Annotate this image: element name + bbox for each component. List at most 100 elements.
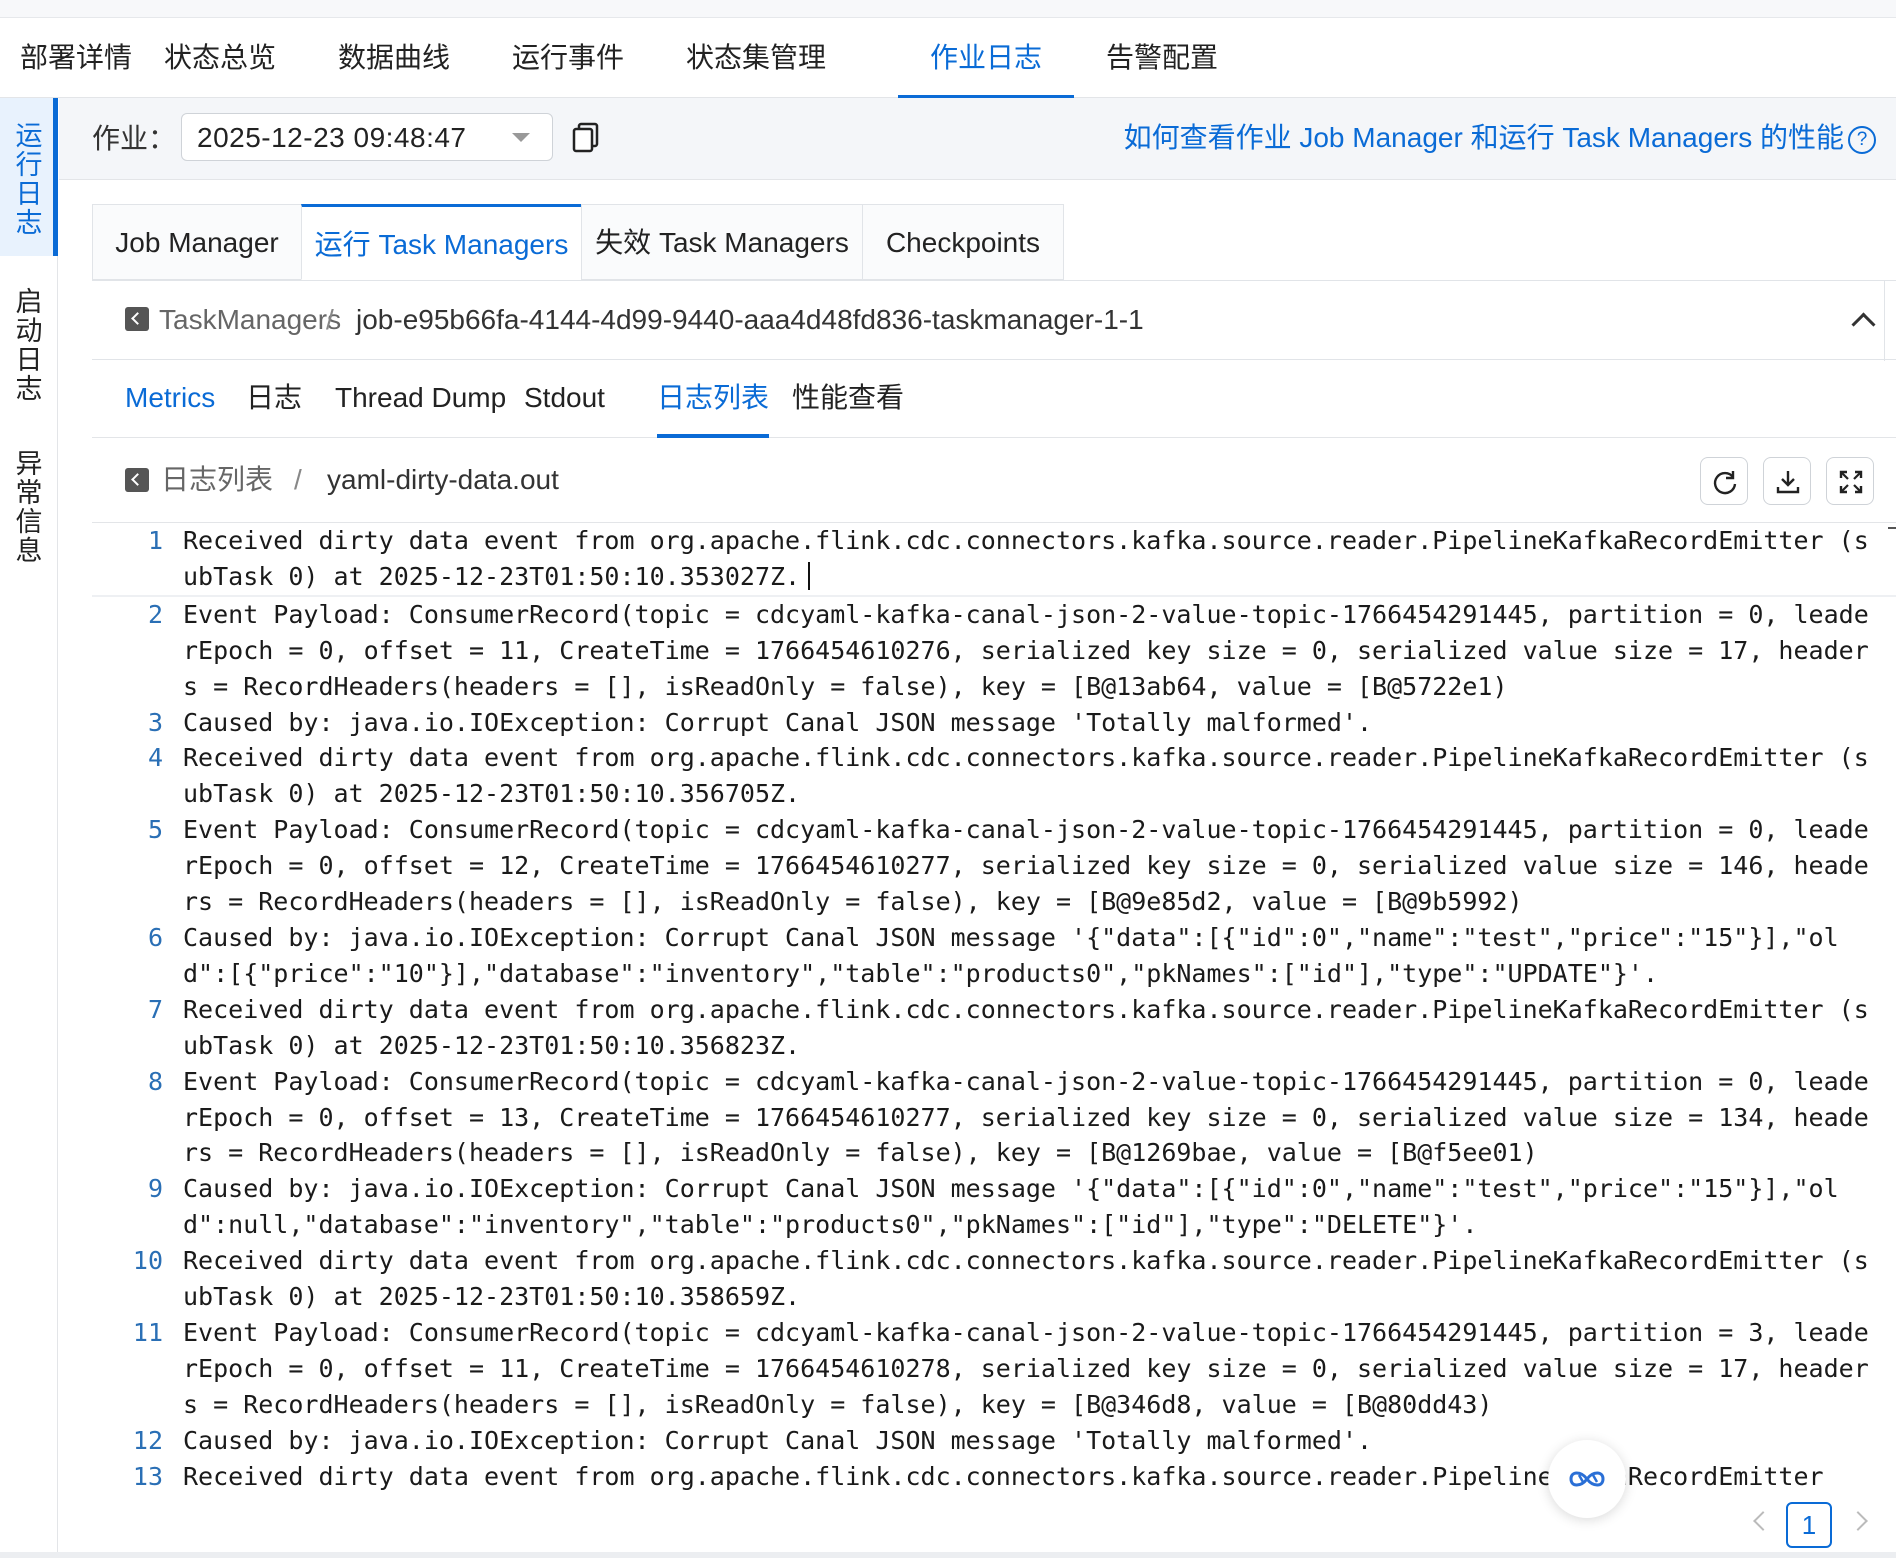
log-line: 1 Received dirty data event from org.apac… xyxy=(92,523,1896,597)
side-tab-label: 运行日志 xyxy=(15,121,43,238)
refresh-icon xyxy=(1713,471,1737,495)
text-cursor xyxy=(808,561,811,590)
log-line-number: 11 xyxy=(132,1317,163,1347)
file-breadcrumb: 日志列表 / yaml-dirty-data.out xyxy=(92,440,1896,520)
side-tab-label: 启动日志 xyxy=(15,287,43,404)
log-line-number: 7 xyxy=(147,994,163,1024)
log-line: 2 Event Payload: ConsumerRecord(topic = c… xyxy=(92,597,1896,705)
top-nav: 部署详情 状态总览 数据曲线 运行事件 状态集管理 作业日志 告警配置 xyxy=(0,18,1896,99)
log-viewer[interactable]: 1 Received dirty data event from org.apac… xyxy=(92,522,1896,1558)
log-line-content: Received dirty data event from org.apach… xyxy=(183,743,1869,809)
subtab-performance[interactable]: 性能查看 xyxy=(792,362,904,438)
log-line-content: Received dirty data event from org.apach… xyxy=(183,1246,1869,1312)
log-line-number: 13 xyxy=(132,1461,163,1491)
file-breadcrumb-current: yaml-dirty-data.out xyxy=(327,464,559,495)
subtab-thread-dump[interactable]: Thread Dump xyxy=(335,362,506,438)
side-tab-label: 异常信息 xyxy=(15,449,43,566)
log-line-text: Caused by: java.io.IOException: Corrupt … xyxy=(183,1423,1883,1459)
main-content: 作业： 2025-12-23 09:48:47 如何查看作业 Job Manag… xyxy=(59,98,1896,1558)
subtab-stdout[interactable]: Stdout xyxy=(524,362,605,438)
subtab-log-list[interactable]: 日志列表 xyxy=(657,362,770,438)
log-line-number: 6 xyxy=(147,922,163,952)
job-select-value: 2025-12-23 09:48:47 xyxy=(197,122,467,153)
log-line-number: 10 xyxy=(132,1246,163,1276)
log-line: 4 Received dirty data event from org.apac… xyxy=(92,740,1896,812)
download-button[interactable] xyxy=(1763,457,1811,505)
log-line: 9 Caused by: java.io.IOException: Corrupt… xyxy=(92,1171,1896,1243)
log-line-content: Event Payload: ConsumerRecord(topic = cd… xyxy=(183,1317,1869,1419)
log-line-number: 4 xyxy=(147,743,163,773)
file-breadcrumb-parent[interactable]: 日志列表 xyxy=(161,462,273,498)
tab-checkpoints[interactable]: Checkpoints xyxy=(862,204,1064,280)
log-line-text: Received dirty data event from org.apach… xyxy=(183,740,1883,812)
job-label: 作业： xyxy=(92,123,177,154)
log-line-text: Caused by: java.io.IOException: Corrupt … xyxy=(183,920,1883,992)
sub-tabs: Metrics 日志 Thread Dump Stdout 日志列表 性能查看 xyxy=(92,362,1896,438)
side-nav: 运行日志 启动日志 异常信息 xyxy=(0,98,58,1558)
breadcrumb-parent[interactable]: TaskManagers xyxy=(159,302,341,338)
help-link[interactable]: 如何查看作业 Job Manager 和运行 Task Managers 的性能… xyxy=(1124,119,1876,157)
log-line-content: Received dirty data event from org.apach… xyxy=(183,526,1869,591)
fullscreen-button[interactable] xyxy=(1826,457,1874,505)
log-line-text: Received dirty data event from org.apach… xyxy=(183,1459,1883,1495)
bottom-rule xyxy=(0,1552,1896,1558)
back-square-icon[interactable] xyxy=(125,307,149,331)
page-current[interactable]: 1 xyxy=(1786,1502,1832,1548)
breadcrumb-area: TaskManagers / job-e95b66fa-4144-4d99-94… xyxy=(92,281,1885,361)
log-line-number: 9 xyxy=(147,1174,163,1204)
breadcrumb-separator: / xyxy=(326,304,334,335)
log-line-content: Caused by: java.io.IOException: Corrupt … xyxy=(183,707,1373,737)
log-line-number: 2 xyxy=(147,599,163,629)
back-square-icon[interactable] xyxy=(125,468,149,492)
log-line-text: Event Payload: ConsumerRecord(topic = cd… xyxy=(183,597,1883,705)
tab-running-task-managers[interactable]: 运行 Task Managers xyxy=(301,204,582,280)
assistant-button[interactable] xyxy=(1548,1440,1626,1518)
log-line-number: 5 xyxy=(147,815,163,845)
log-line: 6 Caused by: java.io.IOException: Corrupt… xyxy=(92,920,1896,992)
tab-data-curves[interactable]: 数据曲线 xyxy=(306,18,482,98)
log-line: 5 Event Payload: ConsumerRecord(topic = c… xyxy=(92,812,1896,920)
tab-failed-task-managers[interactable]: 失效 Task Managers xyxy=(581,204,863,280)
job-bar: 作业： 2025-12-23 09:48:47 如何查看作业 Job Manag… xyxy=(59,98,1896,180)
tab-job-manager[interactable]: Job Manager xyxy=(92,204,302,280)
log-line-content: Caused by: java.io.IOException: Corrupt … xyxy=(183,922,1839,988)
copy-icon[interactable] xyxy=(569,120,603,154)
subtab-metrics[interactable]: Metrics xyxy=(125,362,215,438)
file-breadcrumb-separator: / xyxy=(294,464,302,495)
download-icon xyxy=(1776,471,1800,494)
log-line-content: Event Payload: ConsumerRecord(topic = cd… xyxy=(183,1066,1869,1168)
help-circle-icon: ? xyxy=(1848,126,1876,154)
side-tab-exceptions[interactable]: 异常信息 xyxy=(0,438,58,568)
side-tab-startup-logs[interactable]: 启动日志 xyxy=(0,276,58,406)
tab-alert-config[interactable]: 告警配置 xyxy=(1074,18,1250,98)
log-line-number: 8 xyxy=(147,1066,163,1096)
log-line-text: Event Payload: ConsumerRecord(topic = cd… xyxy=(183,812,1883,920)
log-line-number: 12 xyxy=(132,1425,163,1455)
tab-status-overview[interactable]: 状态总览 xyxy=(132,18,308,98)
log-line-number: 3 xyxy=(147,707,163,737)
log-line: 12 Caused by: java.io.IOException: Corrup… xyxy=(92,1423,1896,1459)
log-line-content: Received dirty data event from org.apach… xyxy=(183,994,1869,1060)
refresh-button[interactable] xyxy=(1700,457,1748,505)
log-line: 11 Event Payload: ConsumerRecord(topic = … xyxy=(92,1315,1896,1423)
tab-job-logs[interactable]: 作业日志 xyxy=(898,18,1075,99)
log-line-content: Caused by: java.io.IOException: Corrupt … xyxy=(183,1425,1373,1455)
subtab-logs[interactable]: 日志 xyxy=(246,362,302,438)
log-line-content: Caused by: java.io.IOException: Corrupt … xyxy=(183,1174,1839,1240)
log-line-text: Received dirty data event from org.apach… xyxy=(183,523,1883,595)
log-line-content: Event Payload: ConsumerRecord(topic = cd… xyxy=(183,815,1869,917)
chevron-up-icon[interactable] xyxy=(1830,281,1896,361)
log-line: 8 Event Payload: ConsumerRecord(topic = c… xyxy=(92,1064,1896,1172)
scrollbar[interactable] xyxy=(1888,527,1896,529)
help-link-text: 如何查看作业 Job Manager 和运行 Task Managers 的性能 xyxy=(1123,122,1844,153)
tab-state-management[interactable]: 状态集管理 xyxy=(654,18,858,98)
tab-run-events[interactable]: 运行事件 xyxy=(480,18,656,98)
side-tab-run-logs[interactable]: 运行日志 xyxy=(0,98,58,256)
job-select[interactable]: 2025-12-23 09:48:47 xyxy=(181,113,553,161)
assistant-icon xyxy=(1569,1471,1605,1487)
top-strip xyxy=(0,0,1896,18)
log-line: 10 Received dirty data event from org.apa… xyxy=(92,1243,1896,1315)
taskmanager-breadcrumb: TaskManagers / job-e95b66fa-4144-4d99-94… xyxy=(92,280,1896,361)
log-line: 7 Received dirty data event from org.apac… xyxy=(92,992,1896,1064)
log-line-content: Event Payload: ConsumerRecord(topic = cd… xyxy=(183,599,1869,701)
